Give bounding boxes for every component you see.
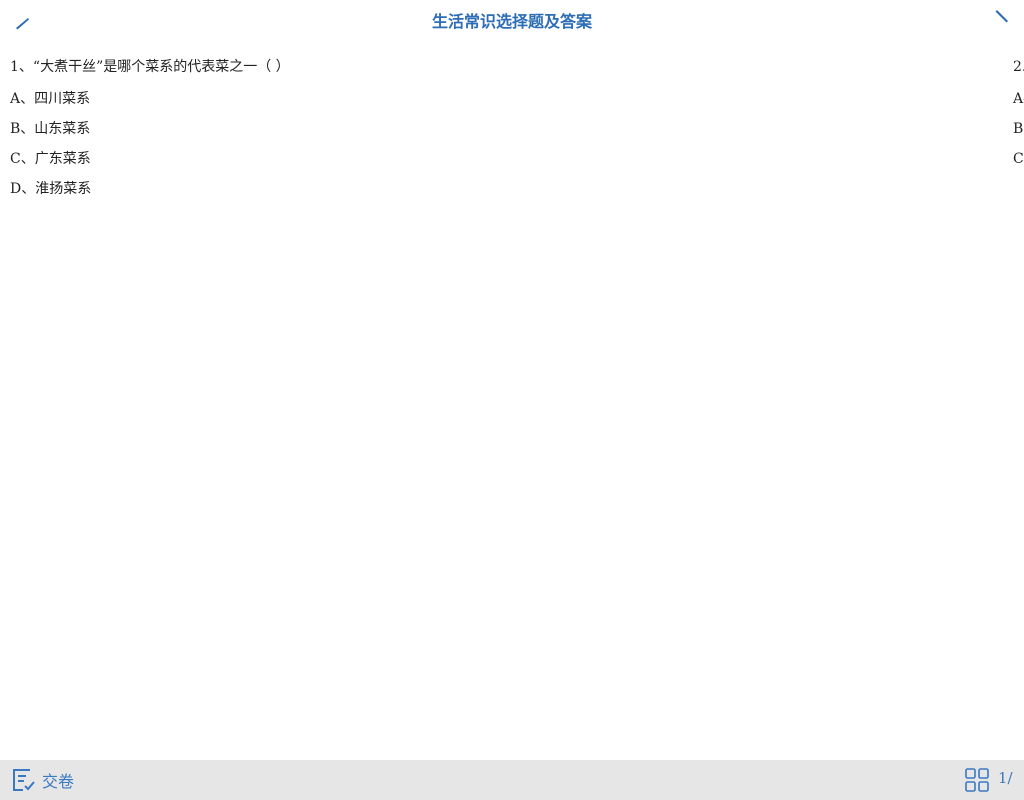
option-list: A- B- C- <box>1013 88 1024 178</box>
option-c[interactable]: C、广东菜系 <box>10 148 1010 178</box>
option-a[interactable]: A- <box>1013 88 1024 118</box>
submit-label: 交卷 <box>42 772 75 791</box>
option-a[interactable]: A、四川菜系 <box>10 88 1010 118</box>
footer-bar: 交卷 1/ <box>0 760 1024 800</box>
option-c[interactable]: C- <box>1013 148 1024 178</box>
page-title: 生活常识选择题及答案 <box>431 12 592 31</box>
question-stem: 2. <box>1013 59 1024 75</box>
question-grid-icon[interactable] <box>964 767 990 793</box>
option-b[interactable]: B- <box>1013 118 1024 148</box>
question-card: 1、“大煮干丝”是哪个菜系的代表菜之一（ ） A、四川菜系 B、山东菜系 C、广… <box>10 56 1010 208</box>
quiz-page: 生活常识选择题及答案 1、“大煮干丝”是哪个菜系的代表菜之一（ ） A、四川菜系… <box>0 0 1024 800</box>
answer-sheet-icon <box>13 769 35 791</box>
option-b[interactable]: B、山东菜系 <box>10 118 1010 148</box>
next-page-icon[interactable] <box>992 8 1012 32</box>
header: 生活常识选择题及答案 <box>0 0 1024 40</box>
option-list: A、四川菜系 B、山东菜系 C、广东菜系 D、淮扬菜系 <box>10 88 1010 208</box>
option-d[interactable]: D、淮扬菜系 <box>10 178 1010 208</box>
page-indicator: 1/ <box>998 769 1013 787</box>
next-question-card: 2. A- B- C- <box>1013 56 1024 178</box>
question-stem: 1、“大煮干丝”是哪个菜系的代表菜之一（ ） <box>10 59 290 75</box>
submit-button[interactable]: 交卷 <box>10 766 74 794</box>
